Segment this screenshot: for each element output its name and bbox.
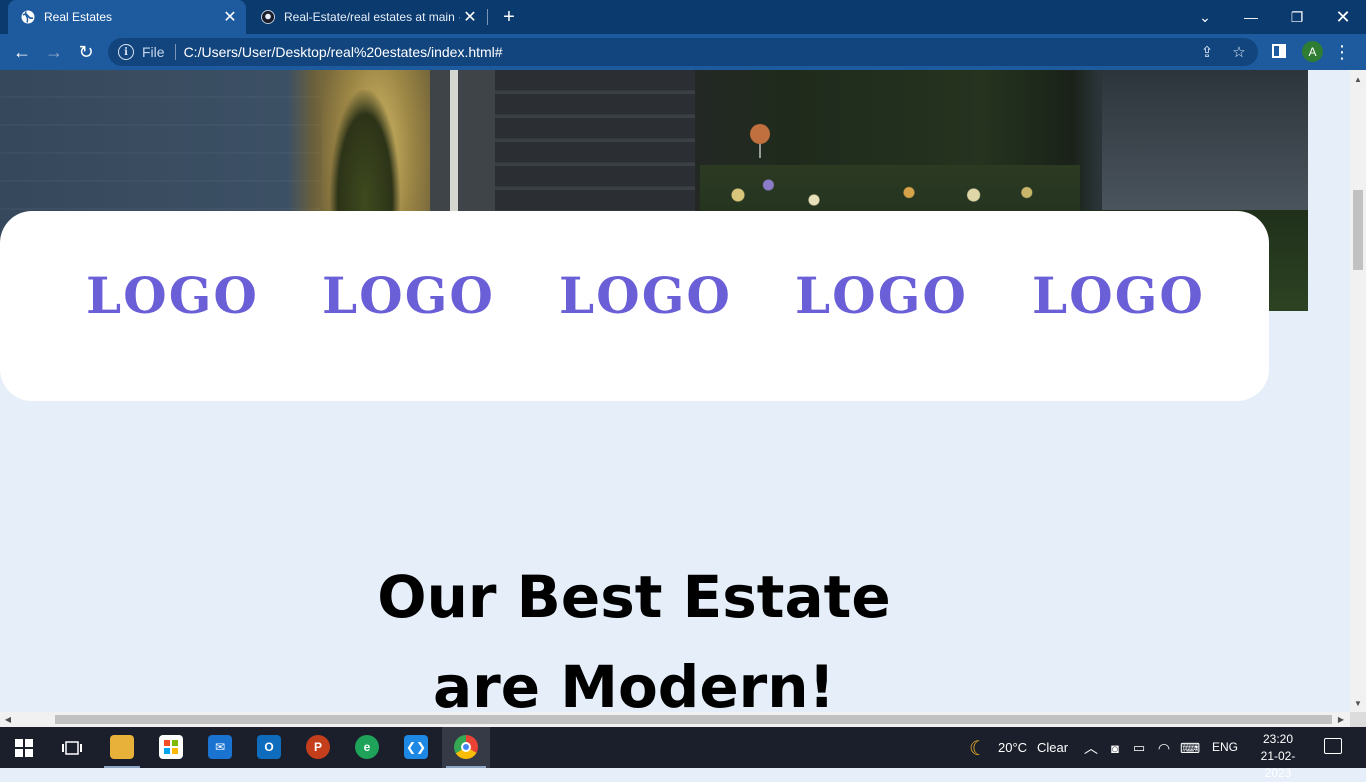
street [1102, 70, 1308, 210]
tab-separator [487, 9, 488, 25]
section-heading-line2: are Modern! [432, 653, 836, 712]
outlook-icon[interactable]: O [257, 735, 281, 759]
restore-button[interactable]: ❐ [1274, 0, 1320, 34]
powerpoint-icon[interactable]: P [306, 735, 330, 759]
notification-center-icon[interactable] [1324, 738, 1342, 754]
scroll-right-icon[interactable]: ▶ [1336, 714, 1346, 724]
clock-time: 23:20 [1262, 732, 1294, 746]
edge-icon[interactable]: e [355, 735, 379, 759]
microsoft-store-icon[interactable] [159, 735, 183, 759]
minimize-button[interactable]: — [1228, 0, 1274, 34]
tab-title: Real-Estate/real estates at main · [284, 10, 460, 24]
bookmark-star-icon[interactable]: ☆ [1230, 43, 1248, 61]
file-explorer-icon[interactable] [110, 735, 134, 759]
vertical-scrollbar[interactable]: ▲ ▼ [1350, 70, 1366, 712]
side-panel-icon[interactable] [1272, 44, 1286, 58]
share-icon[interactable]: ⇪ [1198, 43, 1216, 61]
start-icon[interactable] [10, 734, 38, 762]
address-bar[interactable]: i File C:/Users/User/Desktop/real%20esta… [108, 38, 1258, 66]
horizontal-scroll-thumb[interactable] [55, 715, 1332, 724]
partner-logo: LOGO [322, 266, 495, 325]
wifi-icon[interactable]: ◠ [1150, 734, 1178, 762]
vscode-icon[interactable]: ❮❯ [404, 735, 428, 759]
clock-date: 21-02-2023 [1260, 749, 1296, 780]
new-tab-button[interactable]: + [498, 6, 520, 28]
scroll-up-icon[interactable]: ▲ [1353, 74, 1363, 84]
system-clock[interactable]: 23:20 21-02-2023 [1248, 731, 1308, 782]
weather-description[interactable]: Clear [1037, 740, 1068, 755]
tab-search-icon[interactable]: ⌄ [1182, 0, 1228, 34]
partner-logo: LOGO [1032, 266, 1205, 325]
vertical-scroll-thumb[interactable] [1353, 190, 1363, 270]
battery-icon[interactable]: ▭ [1125, 734, 1153, 762]
reload-icon[interactable]: ↻ [74, 40, 98, 64]
scrollbar-corner [1350, 712, 1366, 727]
address-separator [174, 44, 176, 60]
tab-real-estates[interactable]: Real Estates ✕ [8, 0, 246, 34]
profile-avatar[interactable]: A [1302, 41, 1323, 62]
chrome-icon[interactable] [454, 735, 478, 759]
flower-bed [700, 165, 1080, 215]
partner-logos-card: LOGO LOGO LOGO LOGO LOGO [0, 211, 1269, 401]
weather-temp[interactable]: 20°C [998, 740, 1027, 755]
github-icon [260, 9, 276, 25]
url-text[interactable]: C:/Users/User/Desktop/real%20estates/ind… [184, 44, 503, 60]
close-window-button[interactable]: ✕ [1320, 0, 1366, 34]
language-indicator[interactable]: ENG [1212, 740, 1238, 754]
browser-toolbar: ← → ↻ i File C:/Users/User/Desktop/real%… [0, 34, 1366, 70]
close-tab-icon[interactable]: ✕ [220, 7, 240, 27]
keyboard-icon[interactable]: ⌨ [1176, 734, 1204, 762]
scroll-down-icon[interactable]: ▼ [1353, 698, 1363, 708]
close-tab-icon[interactable]: ✕ [460, 7, 480, 27]
partner-logo: LOGO [795, 266, 968, 325]
scroll-left-icon[interactable]: ◀ [3, 714, 13, 724]
partner-logo: LOGO [559, 266, 732, 325]
page-viewport: LOGO LOGO LOGO LOGO LOGO Our Best Estate… [0, 70, 1350, 712]
partner-logo: LOGO [86, 266, 259, 325]
tab-title: Real Estates [44, 10, 113, 24]
tab-github[interactable]: Real-Estate/real estates at main · ✕ [248, 0, 486, 34]
windows-taskbar: ✉ O P e ❮❯ ☾ 20°C Clear ︿ ◙ ▭ ◠ ⌨ ENG 23… [0, 727, 1366, 780]
back-icon[interactable]: ← [10, 40, 34, 64]
yard-sign [750, 124, 770, 158]
kebab-menu-icon[interactable]: ⋮ [1333, 40, 1351, 64]
section-heading-line1: Our Best Estate [377, 563, 891, 631]
globe-icon [20, 9, 36, 25]
front-steps [495, 70, 695, 215]
horizontal-scrollbar[interactable]: ◀ ▶ [0, 712, 1350, 727]
forward-icon[interactable]: → [42, 40, 66, 64]
task-view-icon[interactable] [58, 734, 86, 762]
site-info-icon[interactable]: i [118, 44, 134, 60]
browser-tab-bar: Real Estates ✕ Real-Estate/real estates … [0, 0, 1366, 34]
scheme-label: File [142, 44, 165, 60]
mail-icon[interactable]: ✉ [208, 735, 232, 759]
moon-weather-icon[interactable]: ☾ [964, 734, 992, 762]
